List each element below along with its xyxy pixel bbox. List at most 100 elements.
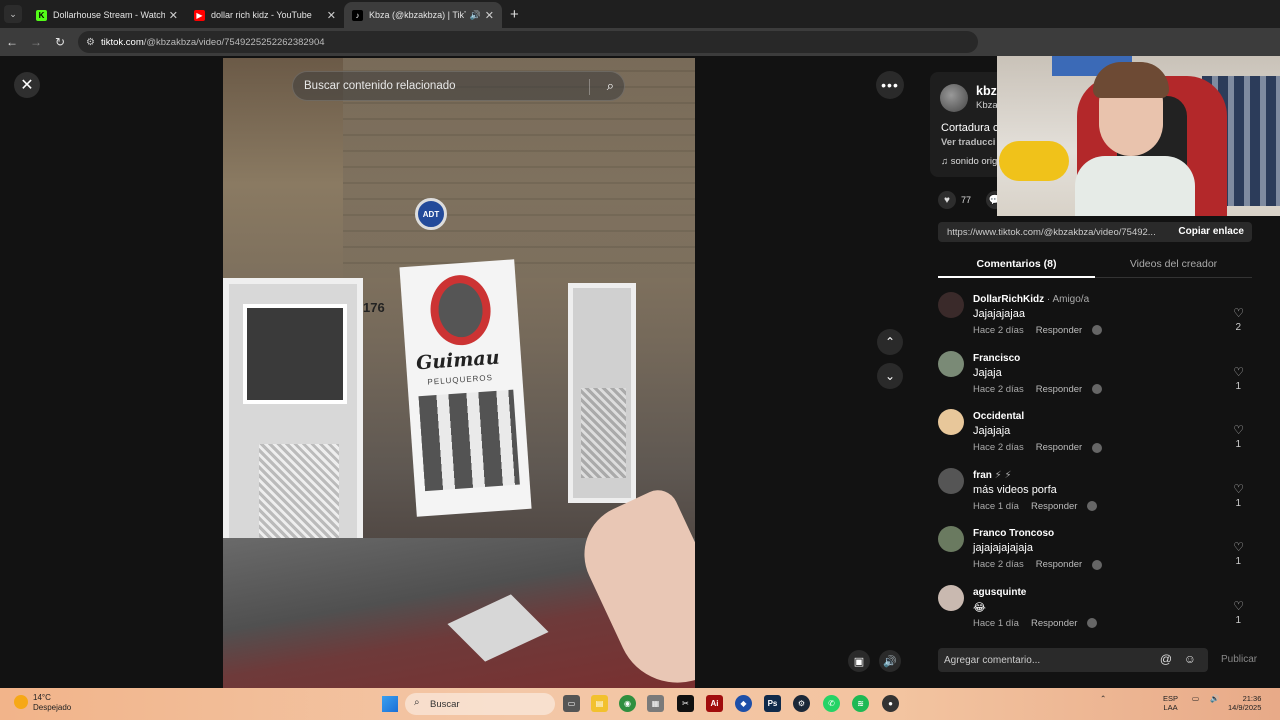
comment-like-icon[interactable]: ♡ (1233, 540, 1244, 554)
windows-start-icon[interactable] (382, 696, 398, 712)
video-player[interactable]: ADT 176 Guimau PELUQUEROS (223, 58, 695, 688)
reply-button[interactable]: Responder (1036, 442, 1082, 453)
barber-poster: Guimau PELUQUEROS (399, 259, 532, 517)
avatar[interactable] (938, 409, 964, 436)
reload-icon[interactable]: ↻ (48, 35, 72, 49)
comment-author[interactable]: DollarRichKidz · Amigo/a (973, 294, 1089, 305)
reply-button[interactable]: Responder (1031, 618, 1077, 629)
store-icon[interactable]: ▦ (647, 695, 664, 712)
close-tab-icon[interactable]: ✕ (327, 9, 336, 22)
url-field[interactable]: ⚙ tiktok.com/@kbzakbza/video/75492252522… (78, 31, 978, 53)
comment-like-icon[interactable]: ♡ (1233, 306, 1244, 320)
more-options-button[interactable]: ••• (876, 71, 904, 99)
network-icon[interactable]: ▭ (1192, 694, 1199, 703)
avatar[interactable] (938, 526, 964, 553)
volume-button[interactable]: 🔊 (879, 650, 901, 672)
webcam-overlay (997, 56, 1280, 216)
publish-button[interactable]: Publicar (1221, 654, 1257, 665)
comment-input[interactable]: Agregar comentario... @ ☺ (938, 648, 1208, 672)
chevron-up-icon: ⌃ (884, 335, 896, 349)
poster-portrait (428, 273, 493, 348)
close-tab-icon[interactable]: ✕ (485, 9, 494, 22)
mention-icon[interactable]: @ (1160, 652, 1172, 666)
browser-tab-youtube[interactable]: ▶ dollar rich kidz - YouTube ✕ (186, 2, 344, 28)
avatar[interactable] (940, 84, 968, 112)
author-username[interactable]: kbz (976, 84, 997, 98)
browser-tab-tiktok[interactable]: ♪ Kbza (@kbzakbza) | TikTok 🔊 ✕ (344, 2, 502, 28)
volume-tray-icon[interactable]: 🔊 (1210, 694, 1219, 703)
address-bar-row: ← → ↻ ⚙ tiktok.com/@kbzakbza/video/75492… (0, 28, 1280, 56)
keyboard-language[interactable]: ESP LAA (1163, 694, 1178, 712)
like-button[interactable]: ♥ 77 (938, 191, 971, 209)
search-icon[interactable]: ⌕ (607, 78, 614, 94)
avatar[interactable] (938, 350, 964, 377)
see-translation-link[interactable]: Ver traducci (941, 137, 995, 148)
author-nickname[interactable]: Kbza (976, 100, 998, 111)
task-view-icon[interactable]: ▭ (563, 695, 580, 712)
close-tab-icon[interactable]: ✕ (169, 9, 178, 22)
share-link-box[interactable]: https://www.tiktok.com/@kbzakbza/video/7… (938, 222, 1252, 242)
previous-video-button[interactable]: ⌃ (877, 329, 903, 355)
floating-player-button[interactable]: ▣ (848, 650, 870, 672)
floating-player-icon: ▣ (853, 655, 865, 668)
comment-author[interactable]: Franco Troncoso (973, 528, 1054, 539)
next-video-button[interactable]: ⌄ (877, 363, 903, 389)
comment-author-name: Francisco (973, 352, 1021, 364)
reply-button[interactable]: Responder (1036, 384, 1082, 395)
vscode-icon[interactable]: ◆ (735, 695, 752, 712)
comment-like-icon[interactable]: ♡ (1233, 599, 1244, 613)
comment-like-icon[interactable]: ♡ (1233, 482, 1244, 496)
comment-text: Jajajaja (973, 425, 1011, 438)
photoshop-icon[interactable]: Ps (764, 695, 781, 712)
related-search-input[interactable]: Buscar contenido relacionado ⌕ (292, 71, 625, 101)
comment-author[interactable]: agusquinte (973, 587, 1026, 598)
clock-time: 21:36 (1242, 694, 1262, 703)
whatsapp-taskbar-icon[interactable]: ✆ (823, 695, 840, 712)
reply-button[interactable]: Responder (1036, 559, 1082, 570)
file-explorer-icon[interactable]: ▤ (591, 695, 608, 712)
reply-button[interactable]: Responder (1031, 501, 1077, 512)
comment-author[interactable]: Occidental (973, 411, 1024, 422)
creator-liked-avatar (1087, 618, 1098, 629)
site-info-icon[interactable]: ⚙ (86, 37, 95, 48)
comment-time: Hace 2 días (973, 325, 1024, 336)
forward-icon[interactable]: → (24, 35, 48, 49)
browser-tab-kick[interactable]: K Dollarhouse Stream - Watch Li ✕ (28, 2, 186, 28)
comment-meta: Hace 2 días Responder (973, 442, 1103, 453)
tab-active-indicator (938, 276, 1095, 278)
kick-icon: K (36, 9, 47, 21)
back-icon[interactable]: ← (0, 35, 24, 49)
reply-button[interactable]: Responder (1036, 325, 1082, 336)
comment-like-icon[interactable]: ♡ (1233, 365, 1244, 379)
comment-text: Jajaja (973, 366, 1002, 379)
comment-like-count: 1 (1235, 614, 1241, 626)
tray-expand-icon[interactable]: ⌃ (1100, 694, 1106, 703)
obs-icon[interactable]: ● (882, 695, 899, 712)
close-video-button[interactable]: ✕ (14, 72, 40, 98)
tab-creator-videos[interactable]: Videos del creador (1095, 258, 1252, 270)
steam-icon[interactable]: ⚙ (793, 695, 810, 712)
clock[interactable]: 21:36 14/9/2025 (1228, 694, 1261, 712)
like-count: 77 (961, 195, 972, 205)
comment-author[interactable]: fran ⚡ ⚡ (973, 470, 1012, 481)
adobe-illustrator-icon[interactable]: Ai (706, 695, 723, 712)
avatar[interactable] (938, 292, 964, 318)
tab-comments[interactable]: Comentarios (8) (938, 258, 1095, 270)
tiktok-icon: ♪ (352, 9, 363, 21)
tab-search-button[interactable]: ⌄ (4, 5, 22, 23)
copy-link-button[interactable]: Copiar enlace (1178, 226, 1244, 237)
avatar[interactable] (938, 584, 964, 611)
comment-like-icon[interactable]: ♡ (1233, 423, 1244, 437)
comment-author[interactable]: Francisco (973, 353, 1020, 364)
avatar[interactable] (938, 467, 964, 494)
taskbar-search[interactable]: ⌕ Buscar (405, 693, 555, 715)
creator-liked-avatar (1092, 559, 1103, 570)
capcut-icon[interactable]: ✂ (677, 695, 694, 712)
weather-widget[interactable]: 14°C Despejado (14, 693, 71, 713)
chrome-icon[interactable]: ◉ (619, 695, 636, 712)
emoji-icon[interactable]: ☺ (1184, 652, 1196, 666)
new-tab-button[interactable]: + (510, 6, 519, 23)
spotify-icon[interactable]: ≋ (852, 695, 869, 712)
audio-playing-icon[interactable]: 🔊 (470, 10, 481, 21)
comment-author-name: agusquinte (973, 586, 1027, 598)
